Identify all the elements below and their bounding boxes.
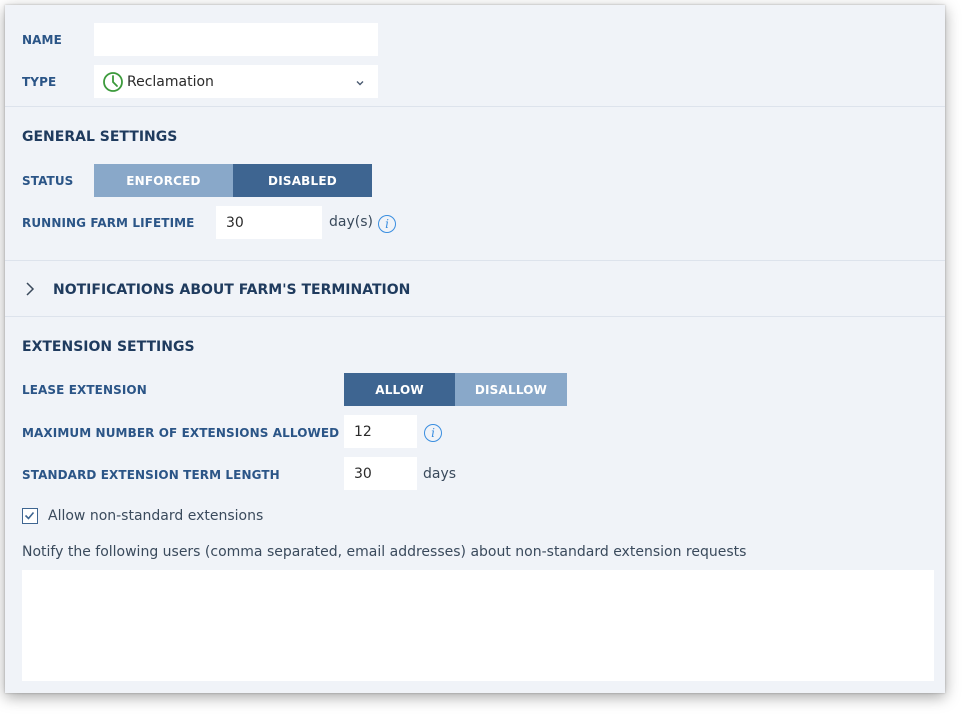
notify-users-textarea[interactable] xyxy=(22,570,934,681)
clock-icon xyxy=(102,71,124,93)
running-farm-lifetime-label: RUNNING FARM LIFETIME xyxy=(22,216,195,230)
checkmark-icon xyxy=(24,511,35,520)
allow-nonstandard-checkbox[interactable] xyxy=(22,508,38,524)
chevron-right-icon[interactable] xyxy=(23,281,37,297)
name-input[interactable] xyxy=(94,23,378,56)
settings-panel: NAME TYPE Reclamation GENERAL SETTINGS S… xyxy=(5,5,945,693)
standard-term-label: STANDARD EXTENSION TERM LENGTH xyxy=(22,468,280,482)
status-enforced-button[interactable]: ENFORCED xyxy=(94,164,233,197)
info-icon[interactable]: i xyxy=(378,215,396,233)
divider xyxy=(5,260,945,261)
divider xyxy=(5,316,945,317)
type-label: TYPE xyxy=(22,75,57,89)
status-disabled-button[interactable]: DISABLED xyxy=(233,164,372,197)
chevron-down-icon xyxy=(354,74,366,86)
allow-nonstandard-label: Allow non-standard extensions xyxy=(48,508,264,524)
notifications-section-toggle[interactable]: NOTIFICATIONS ABOUT FARM'S TERMINATION xyxy=(53,282,410,298)
max-extensions-label: MAXIMUM NUMBER OF EXTENSIONS ALLOWED xyxy=(22,426,340,440)
notify-users-text: Notify the following users (comma separa… xyxy=(22,544,747,560)
standard-term-input[interactable] xyxy=(344,457,417,490)
lifetime-input[interactable] xyxy=(216,206,322,239)
status-label: STATUS xyxy=(22,174,74,188)
lease-allow-button[interactable]: ALLOW xyxy=(344,373,455,406)
lifetime-unit: day(s) xyxy=(329,214,373,230)
term-unit: days xyxy=(423,466,457,482)
type-value: Reclamation xyxy=(127,73,214,90)
lease-extension-label: LEASE EXTENSION xyxy=(22,383,147,397)
name-label: NAME xyxy=(22,33,62,47)
divider xyxy=(5,106,945,107)
general-settings-title: GENERAL SETTINGS xyxy=(22,129,178,145)
type-select[interactable]: Reclamation xyxy=(94,65,378,98)
lease-disallow-button[interactable]: DISALLOW xyxy=(455,373,567,406)
info-icon[interactable]: i xyxy=(424,424,442,442)
extension-settings-title: EXTENSION SETTINGS xyxy=(22,339,195,355)
max-extensions-input[interactable] xyxy=(344,415,417,448)
